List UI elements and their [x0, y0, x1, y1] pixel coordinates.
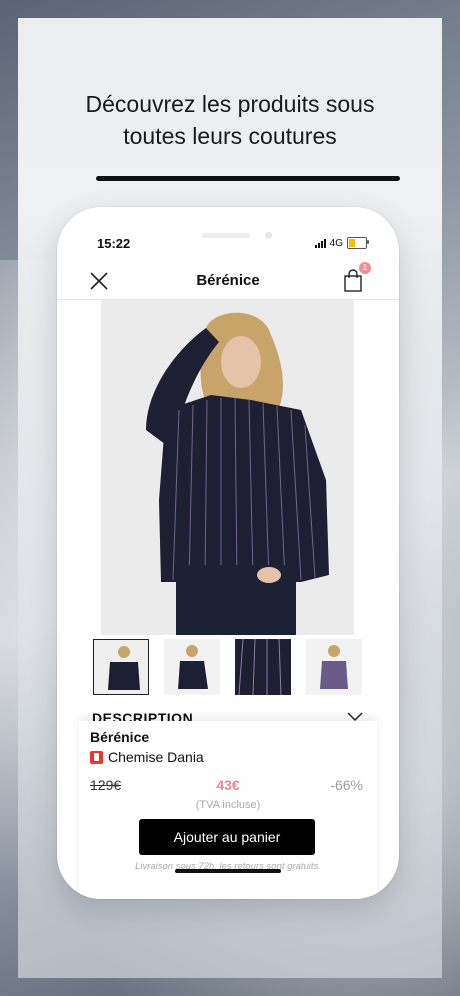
headline-divider — [96, 176, 400, 181]
cart-badge: 1 — [359, 262, 371, 274]
promo-headline: Découvrez les produits sous toutes leurs… — [18, 88, 442, 152]
product-photo[interactable] — [101, 300, 354, 635]
product-tag-icon — [90, 750, 103, 764]
thumbnail-strip — [93, 639, 363, 699]
thumbnail[interactable] — [93, 639, 149, 695]
signal-icon — [314, 238, 326, 248]
add-to-cart-button[interactable]: Ajouter au panier — [139, 819, 315, 855]
product-name: Chemise Dania — [108, 749, 204, 765]
product-brand: Bérénice — [90, 729, 150, 745]
discount-label: -66% — [330, 777, 363, 793]
home-indicator — [175, 869, 281, 873]
phone-camera — [265, 232, 272, 239]
headline-line-1: Découvrez les produits sous — [85, 91, 375, 117]
status-indicators: 4G — [314, 237, 369, 249]
thumbnail[interactable] — [164, 639, 220, 695]
network-label: 4G — [329, 237, 343, 249]
shopping-bag-icon[interactable] — [343, 269, 363, 293]
phone-speaker — [202, 233, 250, 238]
tax-note: (TVA incluse) — [195, 799, 261, 811]
product-row: Chemise Dania — [90, 749, 204, 765]
headline-line-2: toutes leurs coutures — [123, 123, 337, 149]
thumbnail[interactable] — [235, 639, 291, 695]
phone-mockup: 15:22 4G Bérénice 1 DESCRIPTION Bérénice… — [57, 207, 399, 899]
status-time: 15:22 — [97, 236, 131, 251]
battery-icon — [347, 237, 369, 249]
navbar: Bérénice 1 — [57, 262, 399, 300]
thumbnail[interactable] — [306, 639, 362, 695]
